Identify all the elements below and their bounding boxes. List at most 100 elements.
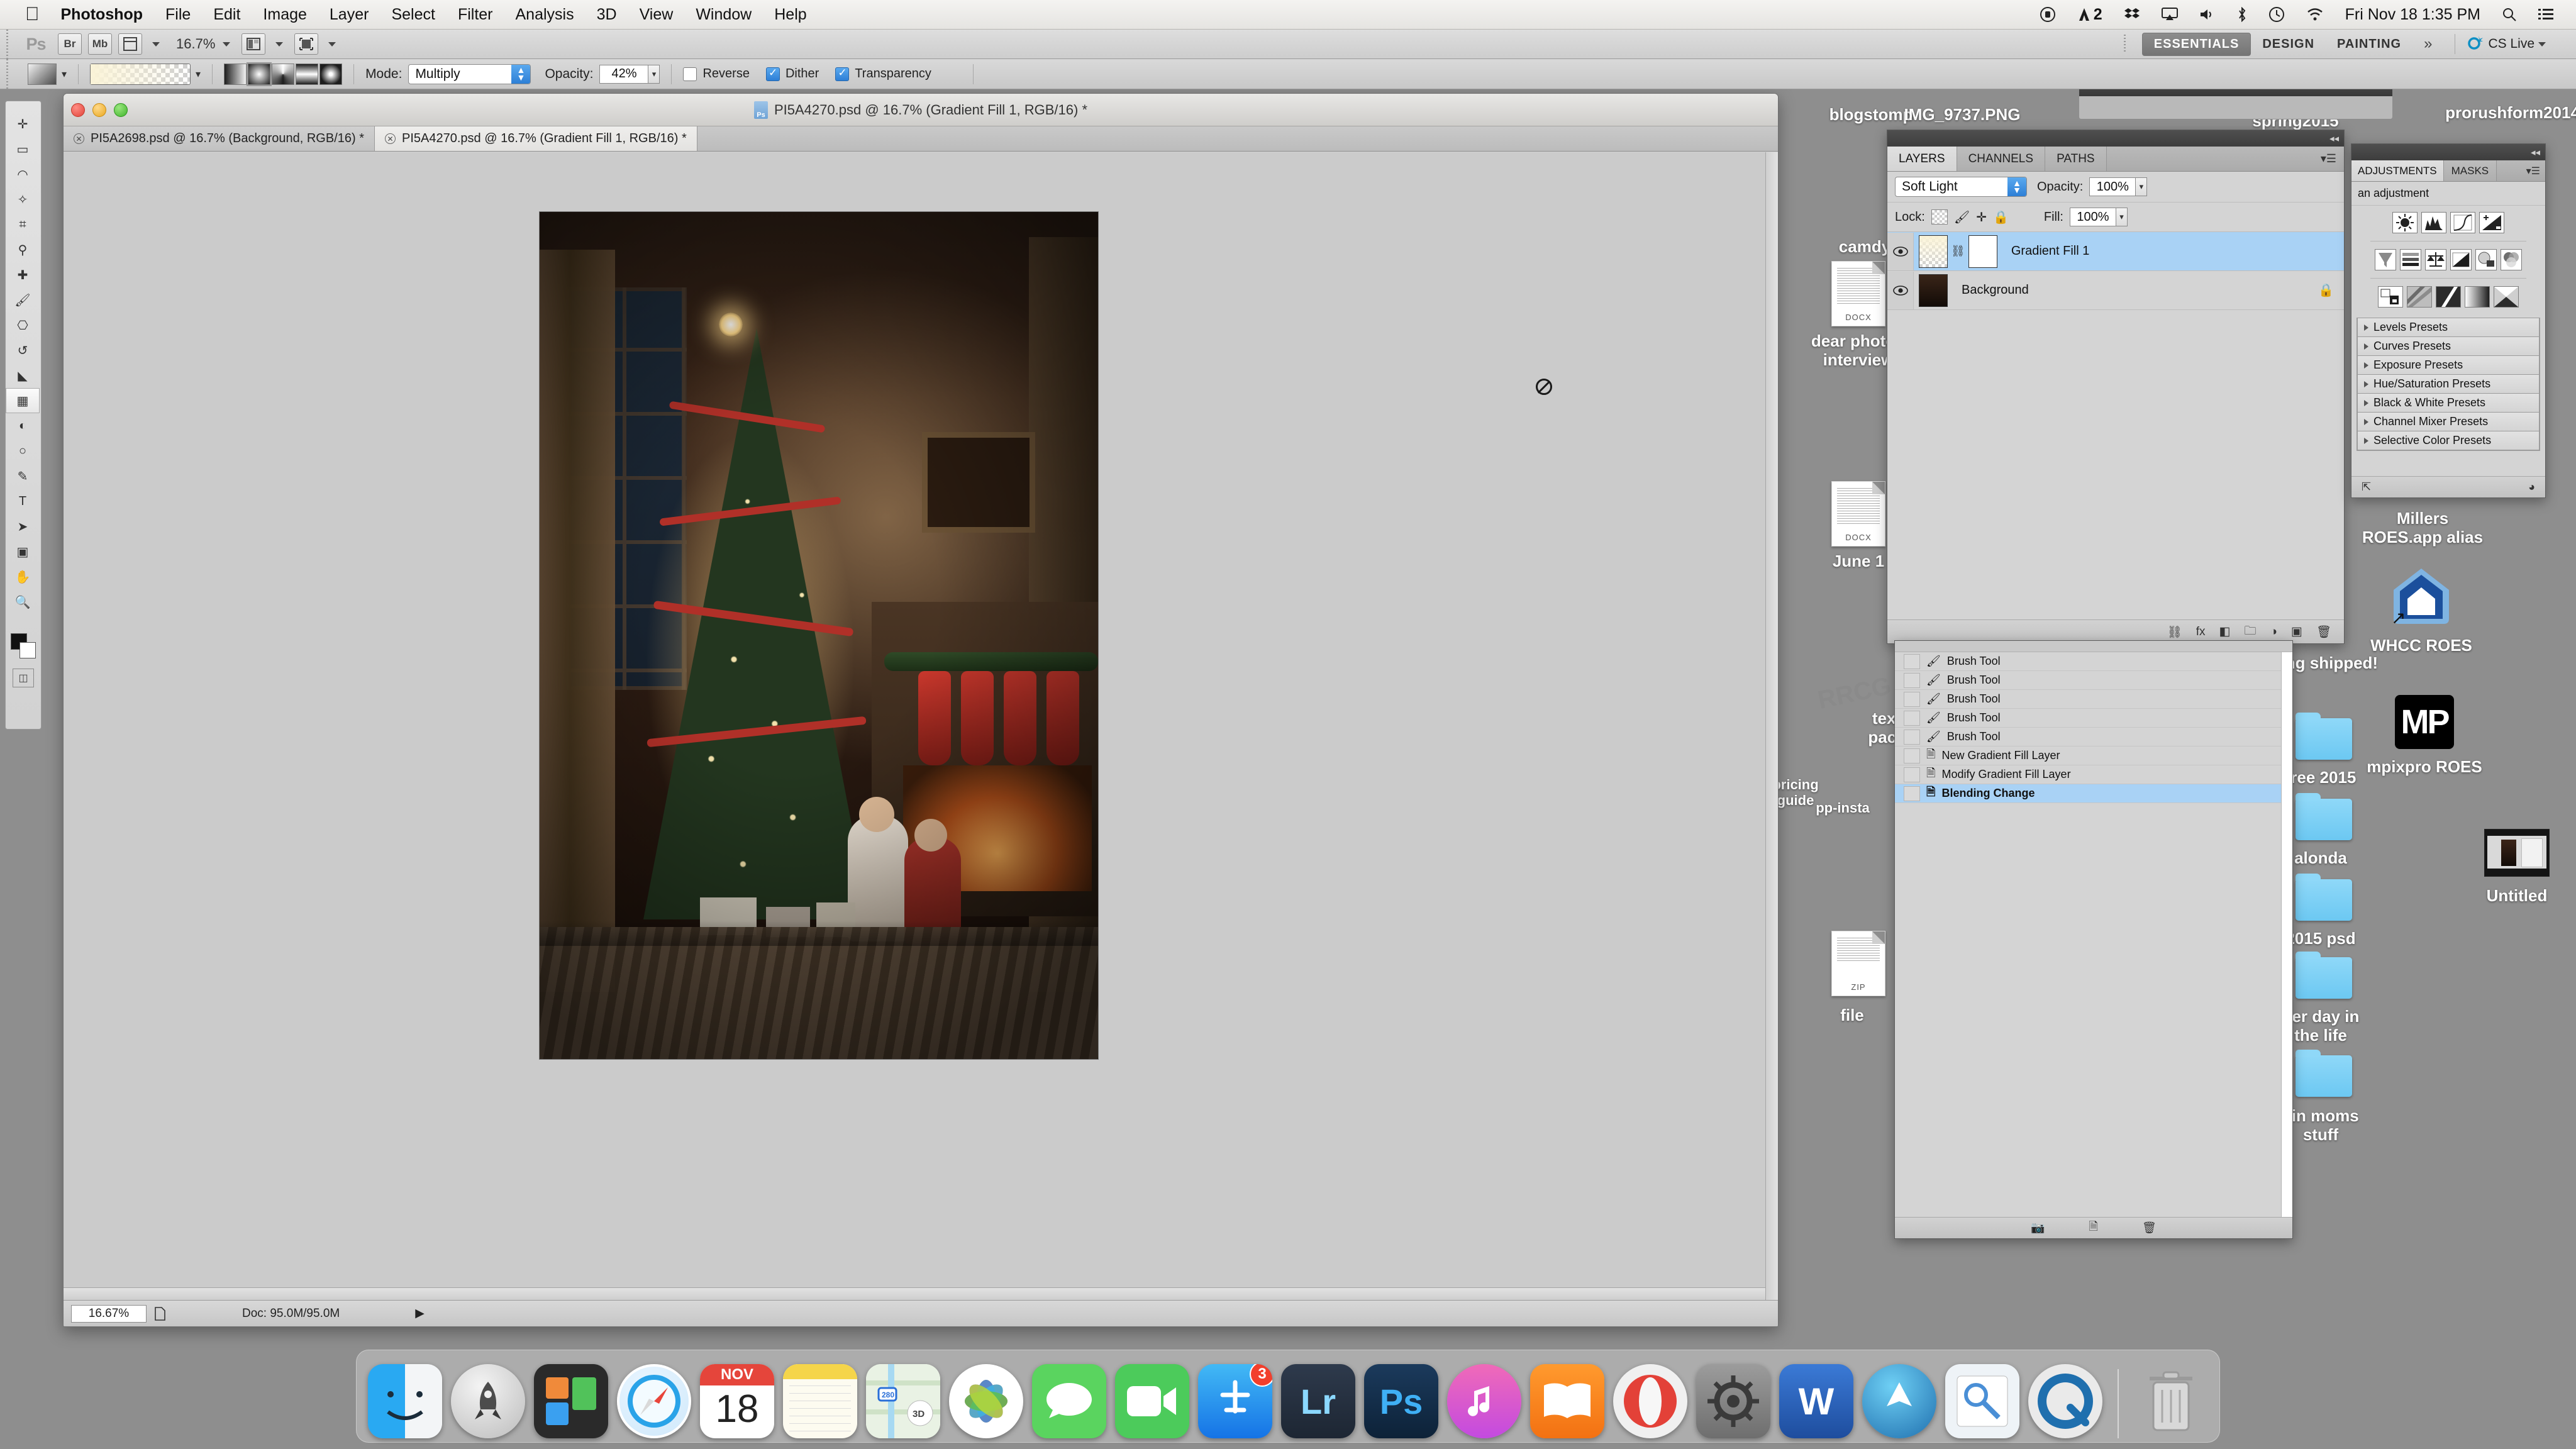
desktop-label-mpixpro[interactable]: mpixpro ROES <box>2343 757 2506 777</box>
layers-opacity-value[interactable]: 100% <box>2089 177 2136 196</box>
toggle-layer-visibility-icon[interactable]: ◕ <box>2528 480 2535 494</box>
launchpad-icon[interactable] <box>451 1364 525 1438</box>
radial-gradient-icon[interactable] <box>248 63 271 85</box>
layer-row-background[interactable]: Background 🔒 <box>1887 271 2344 310</box>
history-item[interactable]: 🗎 Modify Gradient Fill Layer <box>1895 765 2292 784</box>
preset-selective-color[interactable]: Selective Color Presets <box>2357 431 2540 450</box>
tab-adjustments[interactable]: ADJUSTMENTS <box>2351 160 2444 181</box>
lock-position-icon[interactable]: ✛ <box>1976 209 1987 225</box>
menu-select[interactable]: Select <box>391 6 435 24</box>
history-snapshot-slot[interactable] <box>1904 672 1920 688</box>
desktop-icon-tree2015[interactable] <box>2296 713 2352 760</box>
layer-name[interactable]: Gradient Fill 1 <box>2011 244 2090 258</box>
eyedropper-tool[interactable]: ⚲ <box>6 237 40 262</box>
posterize-icon[interactable] <box>2407 286 2432 308</box>
spot-healing-tool[interactable]: ✚ <box>6 262 40 287</box>
dither-checkbox-row[interactable]: Dither <box>765 67 819 81</box>
workspace-painting[interactable]: PAINTING <box>2326 33 2412 55</box>
menu-filter[interactable]: Filter <box>458 6 493 24</box>
menu-window[interactable]: Window <box>696 6 752 24</box>
gradient-map-icon[interactable] <box>2465 286 2490 308</box>
quick-mask-toggle[interactable]: ◫ <box>13 669 34 687</box>
messages-icon[interactable] <box>1032 1364 1106 1438</box>
mini-bridge-button[interactable]: Mb <box>88 33 112 55</box>
reverse-checkbox[interactable] <box>683 67 697 81</box>
options-bar-grip[interactable] <box>0 59 14 89</box>
history-snapshot-slot[interactable] <box>1904 729 1920 745</box>
opacity-stepper[interactable]: ▾ <box>648 64 660 84</box>
workspace-more-icon[interactable]: » <box>2412 35 2443 53</box>
menu-layer[interactable]: Layer <box>330 6 369 24</box>
photoshop-icon[interactable]: Ps <box>1364 1364 1438 1438</box>
layer-visibility-icon[interactable] <box>1887 271 1914 309</box>
new-group-icon[interactable]: 🗀 <box>2244 622 2256 642</box>
exposure-icon[interactable] <box>2479 212 2504 233</box>
close-icon[interactable]: ✕ <box>385 133 396 144</box>
disclosure-triangle-icon[interactable] <box>2364 380 2368 387</box>
dodge-tool[interactable]: ○ <box>6 438 40 464</box>
preset-hue-saturation[interactable]: Hue/Saturation Presets <box>2357 374 2540 394</box>
document-tab-pi5a2698[interactable]: ✕ PI5A2698.psd @ 16.7% (Background, RGB/… <box>64 126 375 151</box>
history-snapshot-slot[interactable] <box>1904 710 1920 726</box>
workspace-design[interactable]: DESIGN <box>2251 33 2326 55</box>
tab-layers[interactable]: LAYERS <box>1887 147 1957 171</box>
linear-gradient-icon[interactable] <box>224 63 247 85</box>
fill-value[interactable]: 100% <box>2069 208 2116 226</box>
desktop-icon-herday[interactable] <box>2296 952 2352 999</box>
layer-thumbnail[interactable] <box>1919 274 1948 307</box>
zoom-tool[interactable]: 🔍 <box>6 589 40 614</box>
disclosure-triangle-icon[interactable] <box>2364 418 2368 425</box>
photo-filter-icon[interactable] <box>2475 249 2497 270</box>
move-tool[interactable]: ✛ <box>6 111 40 136</box>
layer-name[interactable]: Background <box>1962 283 2029 297</box>
screen-mode-caret[interactable] <box>328 42 336 47</box>
safari-icon[interactable] <box>617 1364 691 1438</box>
history-item[interactable]: 🖌 Brush Tool <box>1895 652 2292 671</box>
type-tool[interactable]: T <box>6 489 40 514</box>
document-tab-pi5a4270[interactable]: ✕ PI5A4270.psd @ 16.7% (Gradient Fill 1,… <box>375 126 697 151</box>
menu-analysis[interactable]: Analysis <box>516 6 574 24</box>
facetime-icon[interactable] <box>1115 1364 1189 1438</box>
history-snapshot-slot[interactable] <box>1904 786 1920 801</box>
menu-file[interactable]: File <box>165 6 191 24</box>
cs-live-icon[interactable] <box>2467 34 2484 54</box>
dither-checkbox[interactable] <box>765 67 780 81</box>
screen-mode-icon[interactable] <box>294 33 319 55</box>
ibooks-icon[interactable] <box>1530 1364 1604 1438</box>
opacity-input-group[interactable]: 42% ▾ <box>599 64 660 84</box>
new-adjustment-icon[interactable]: ◑ <box>2270 625 2277 639</box>
document-profile-icon[interactable] <box>147 1306 173 1321</box>
apple-icon[interactable]:  <box>25 4 40 25</box>
angle-gradient-icon[interactable] <box>272 63 295 85</box>
black-white-icon[interactable] <box>2450 249 2472 270</box>
channel-mixer-icon[interactable] <box>2501 249 2522 270</box>
curves-icon[interactable] <box>2450 212 2475 233</box>
maps-icon[interactable]: 280 3D <box>866 1364 940 1438</box>
diamond-gradient-icon[interactable] <box>319 63 343 85</box>
preset-black-white[interactable]: Black & White Presets <box>2357 393 2540 413</box>
canvas-horizontal-scrollbar[interactable] <box>64 1287 1765 1300</box>
desktop-icon-june1[interactable]: DOCX <box>1831 481 1885 547</box>
menu-3d[interactable]: 3D <box>597 6 617 24</box>
menu-edit[interactable]: Edit <box>213 6 240 24</box>
history-item[interactable]: 🗎 New Gradient Fill Layer <box>1895 747 2292 765</box>
selective-color-icon[interactable] <box>2494 286 2519 308</box>
gradient-type-group[interactable] <box>224 63 343 85</box>
vibrance-icon[interactable] <box>2375 249 2396 270</box>
return-to-list-icon[interactable]: ⇱ <box>2362 480 2371 494</box>
arrange-documents-icon[interactable] <box>242 33 266 55</box>
volume-icon[interactable] <box>2199 8 2216 21</box>
new-layer-icon[interactable]: ▣ <box>2291 625 2302 639</box>
cal endar-icon[interactable]: NOV 18 <box>700 1364 774 1438</box>
photos-icon[interactable] <box>949 1364 1023 1438</box>
lock-image-icon[interactable]: 🖌 <box>1954 209 1970 225</box>
canvas-area[interactable] <box>64 152 1778 1300</box>
lock-all-icon[interactable]: 🔒 <box>1993 209 2009 225</box>
shape-tool[interactable]: ▣ <box>6 539 40 564</box>
appstore-icon[interactable]: 3 <box>1198 1364 1272 1438</box>
disclosure-triangle-icon[interactable] <box>2364 343 2368 350</box>
quick-selection-tool[interactable]: ✧ <box>6 187 40 212</box>
mission-control-icon[interactable] <box>534 1364 608 1438</box>
lightroom-icon[interactable]: Lr <box>1281 1364 1355 1438</box>
timemachine-icon[interactable] <box>2268 6 2285 23</box>
